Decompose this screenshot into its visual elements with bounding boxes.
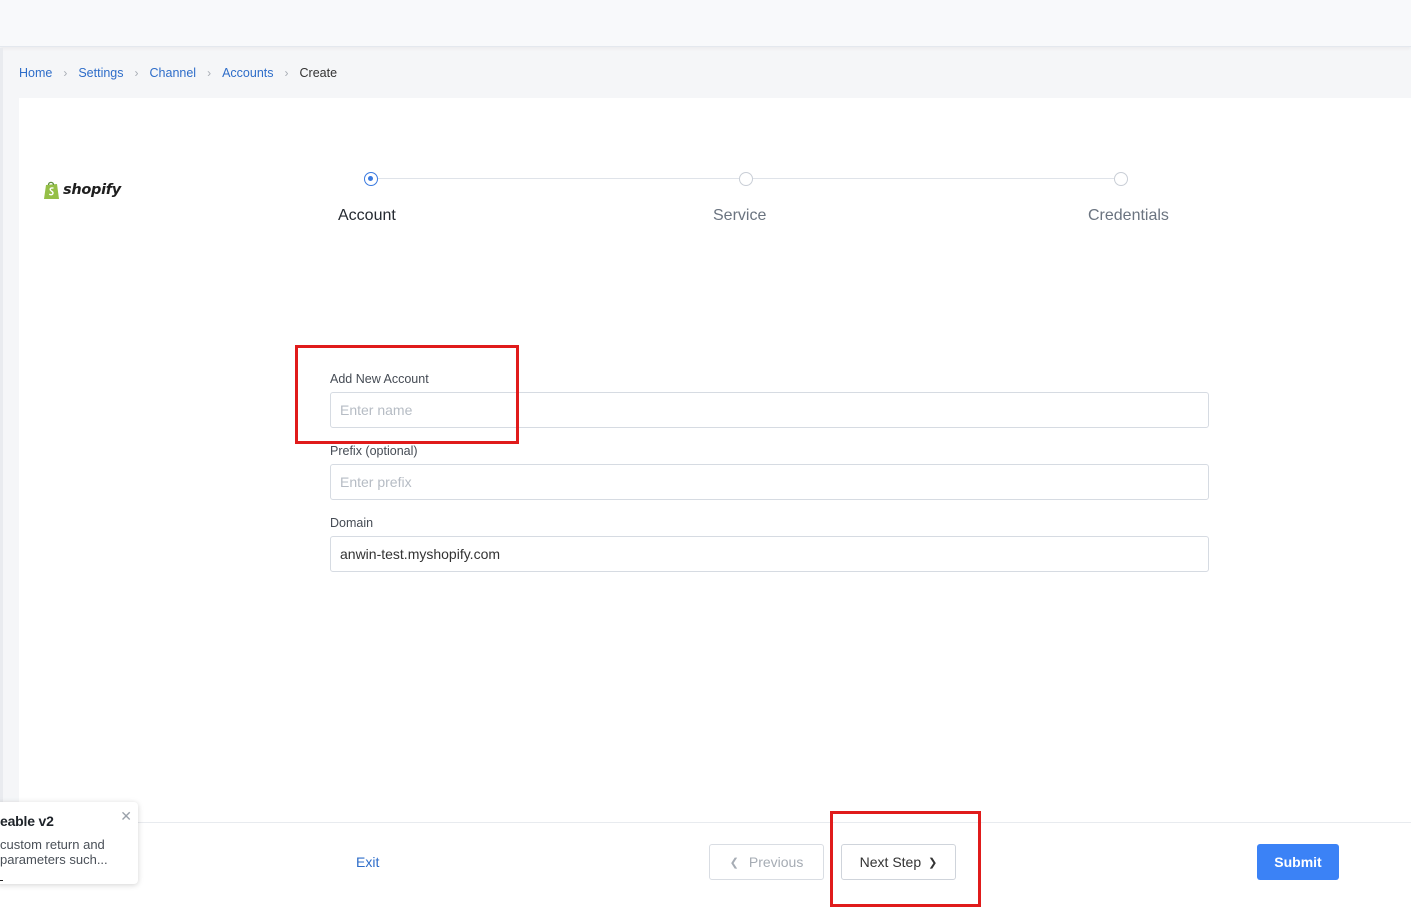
breadcrumb: Home › Settings › Channel › Accounts › C…	[19, 65, 337, 81]
next-step-label: Next Step	[859, 854, 922, 870]
chevron-right-icon: ❯	[928, 856, 938, 869]
toast-divider	[0, 880, 3, 881]
step-account-dot[interactable]	[364, 172, 378, 186]
chevron-right-icon: ›	[134, 66, 139, 80]
breadcrumb-accounts[interactable]: Accounts	[222, 66, 273, 80]
breadcrumb-current: Create	[299, 66, 338, 80]
chevron-left-icon: ❮	[729, 856, 739, 869]
domain-input[interactable]	[330, 536, 1209, 572]
step-credentials-label: Credentials	[1088, 207, 1169, 224]
shopify-wordmark: shopify	[63, 182, 121, 198]
previous-button[interactable]: ❮ Previous	[709, 844, 824, 880]
chevron-right-icon: ›	[284, 66, 289, 80]
account-name-label: Add New Account	[330, 372, 429, 386]
stepper-connector	[378, 178, 739, 179]
breadcrumb-settings[interactable]: Settings	[78, 66, 123, 80]
prefix-label: Prefix (optional)	[330, 444, 418, 458]
step-account-label: Account	[338, 207, 396, 224]
toast-title: eable v2	[0, 813, 54, 829]
shopify-logo: shopify	[43, 180, 121, 200]
account-name-input[interactable]	[330, 392, 1209, 428]
domain-label: Domain	[330, 516, 374, 530]
exit-link[interactable]: Exit	[356, 854, 379, 870]
step-service-label: Service	[713, 207, 767, 224]
prefix-input[interactable]	[330, 464, 1209, 500]
toast-body: custom return and parameters such...	[0, 837, 108, 867]
close-icon[interactable]: ✕	[120, 808, 132, 825]
sidebar-edge	[0, 48, 3, 907]
step-credentials-dot[interactable]	[1114, 172, 1128, 186]
chevron-right-icon: ›	[207, 66, 212, 80]
top-bar	[0, 0, 1411, 47]
chevron-right-icon: ›	[63, 66, 68, 80]
stepper-connector	[753, 178, 1114, 179]
submit-button[interactable]: Submit	[1257, 844, 1339, 880]
breadcrumb-home[interactable]: Home	[19, 66, 52, 80]
footer-bar	[0, 822, 1411, 907]
shopify-bag-icon	[43, 180, 60, 200]
notification-toast[interactable]: eable v2 ✕ custom return and parameters …	[0, 802, 138, 884]
next-step-button[interactable]: Next Step ❯	[841, 844, 956, 880]
step-service-dot[interactable]	[739, 172, 753, 186]
previous-label: Previous	[748, 854, 804, 870]
breadcrumb-channel[interactable]: Channel	[150, 66, 197, 80]
